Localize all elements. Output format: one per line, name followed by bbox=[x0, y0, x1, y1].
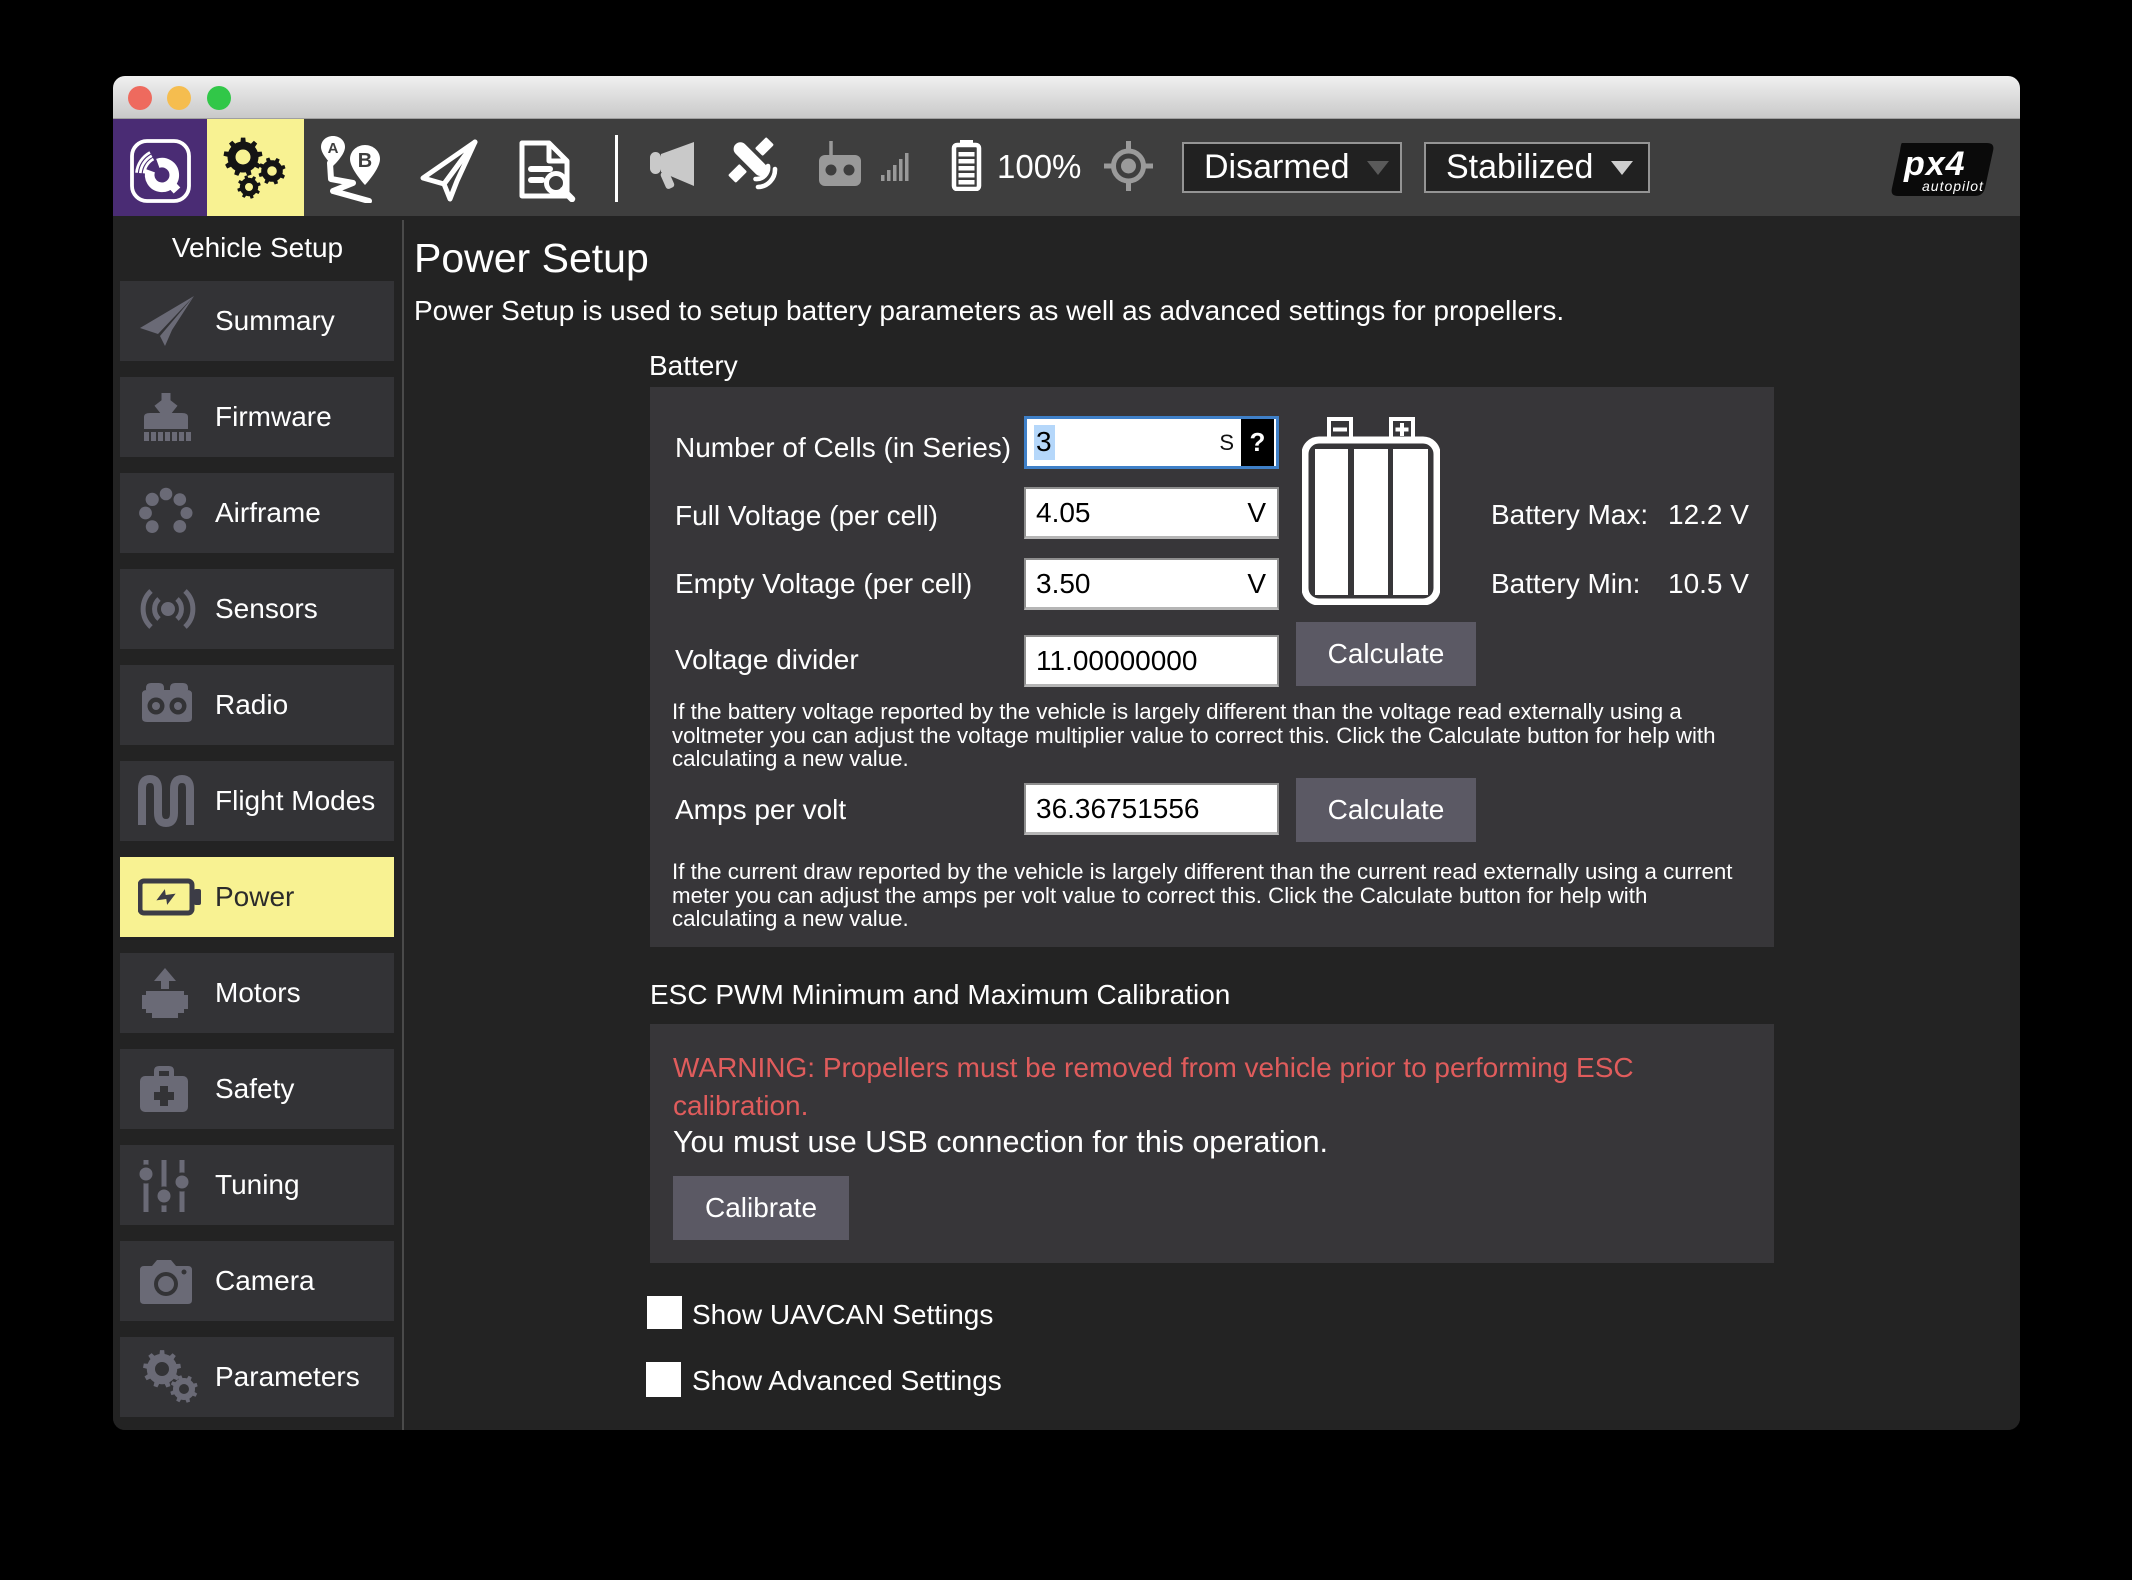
svg-text:A: A bbox=[328, 140, 339, 157]
svg-text:autopilot: autopilot bbox=[1922, 178, 1984, 194]
svg-text:B: B bbox=[358, 150, 372, 172]
